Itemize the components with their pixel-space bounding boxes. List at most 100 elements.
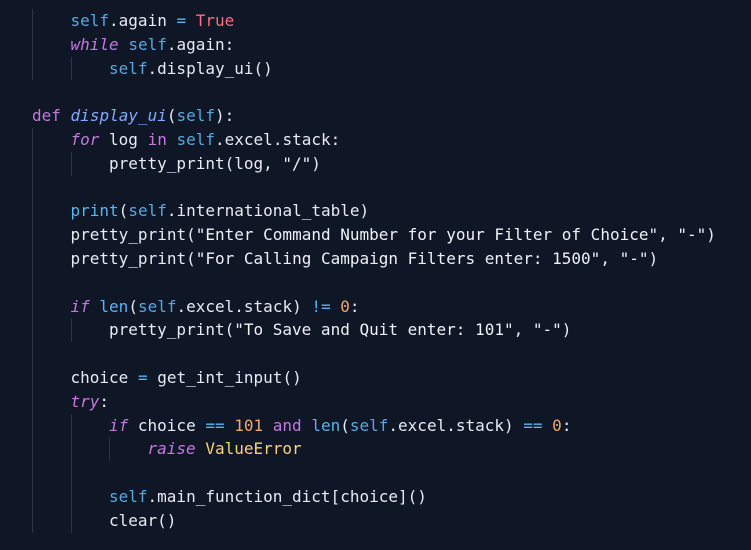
code-line[interactable]: try: [71, 390, 110, 414]
code-token: self [176, 106, 216, 126]
code-token: 0 [340, 296, 350, 316]
code-token: : [349, 296, 360, 316]
code-token: self [176, 130, 216, 149]
code-line[interactable]: def display_ui(self): [32, 104, 234, 128]
code-token: != [311, 296, 331, 316]
code-token: ValueError [205, 439, 302, 459]
code-token: "To Save and Quit enter: 101" [234, 320, 514, 340]
code-line[interactable]: while self.again: [71, 33, 235, 57]
code-token: .again: [166, 34, 235, 54]
code-token: == [205, 415, 225, 435]
code-line[interactable]: self.again = True [71, 9, 235, 33]
code-token: , [658, 225, 678, 245]
indent-guide [70, 318, 72, 343]
code-token: "-" [677, 225, 707, 245]
code-token: if [109, 415, 129, 435]
code-line[interactable]: if choice == 101 and len(self.excel.stac… [109, 414, 571, 438]
indent-guide [70, 56, 72, 81]
code-line[interactable]: pretty_print("For Calling Campaign Filte… [71, 247, 659, 271]
code-token: in [147, 130, 167, 149]
code-token: .again [109, 11, 177, 30]
code-token: == [523, 415, 543, 435]
code-token: self [128, 201, 167, 221]
code-token: self [349, 415, 389, 435]
indent-guide [109, 437, 110, 462]
code-token: .display_ui() [147, 58, 273, 78]
code-token: log [99, 130, 148, 149]
code-token: , [600, 249, 620, 268]
code-token: , [513, 320, 533, 340]
code-token: try [70, 391, 100, 411]
code-token: ) [648, 249, 659, 268]
code-token: "Enter Command Number for your Filter of… [195, 225, 659, 245]
code-token: choice [128, 415, 206, 435]
code-token: pretty_print( [70, 225, 196, 245]
code-token: and [272, 415, 302, 435]
code-token: = [137, 368, 148, 387]
code-token: self [137, 296, 177, 316]
code-line[interactable]: pretty_print("Enter Command Number for y… [71, 223, 716, 247]
code-token: for [70, 130, 100, 149]
code-token: 101 [234, 415, 264, 435]
code-line[interactable]: raise ValueError [148, 437, 302, 461]
code-token: .excel.stack) [176, 296, 312, 316]
code-line[interactable]: pretty_print("To Save and Quit enter: 10… [109, 318, 571, 342]
code-editor[interactable]: self.again = True while self.again: self.d… [0, 0, 751, 550]
code-token: pretty_print( [109, 320, 235, 340]
indent-guide [70, 413, 72, 533]
code-token: "-" [532, 320, 562, 340]
code-token: ( [166, 106, 177, 126]
code-line[interactable]: if len(self.excel.stack) != 0: [71, 295, 360, 319]
code-token: "For Calling Campaign Filters enter: 150… [195, 249, 601, 268]
code-token: pretty_print( [70, 249, 196, 268]
code-token: ) [706, 225, 716, 245]
code-line[interactable]: choice = get_int_input() [71, 366, 302, 390]
code-token: get_int_input() [147, 368, 302, 387]
code-token: "/" [282, 153, 312, 173]
code-line[interactable]: clear() [109, 509, 176, 533]
code-token: pretty_print(log, [109, 153, 283, 173]
code-line[interactable]: self.main_function_dict[choice]() [109, 485, 427, 509]
code-token: 0 [552, 415, 562, 435]
code-token: ) [561, 320, 572, 340]
indent-guide [32, 128, 33, 533]
code-token: clear() [109, 510, 177, 530]
code-token: if [70, 296, 90, 316]
code-token: print [70, 201, 119, 221]
code-token: ) [311, 153, 321, 173]
code-token: .main_function_dict[choice]() [147, 487, 427, 506]
code-line[interactable]: for log in self.excel.stack: [71, 128, 341, 152]
code-token: choice [70, 368, 138, 387]
code-token: display_ui [70, 106, 167, 126]
code-line[interactable]: print(self.international_table) [71, 199, 370, 223]
code-token: = [176, 11, 187, 30]
code-token: raise [147, 439, 196, 459]
code-token: ( [128, 296, 138, 316]
code-token: .excel.stack: [215, 130, 341, 149]
code-token: : [99, 391, 110, 411]
code-token: .excel.stack) [388, 415, 524, 435]
code-token: self [109, 58, 148, 78]
indent-guide [32, 9, 33, 81]
code-token: self [70, 11, 110, 30]
code-token: : [561, 415, 572, 435]
code-token: ( [118, 201, 129, 221]
code-token: ( [340, 415, 350, 435]
code-token: True [195, 11, 235, 30]
code-token: self [128, 34, 167, 54]
indent-guide [70, 151, 72, 176]
code-line[interactable]: self.display_ui() [109, 57, 273, 81]
code-token: "-" [619, 249, 649, 268]
code-line[interactable]: pretty_print(log, "/") [109, 152, 321, 176]
code-token: def [32, 106, 61, 126]
